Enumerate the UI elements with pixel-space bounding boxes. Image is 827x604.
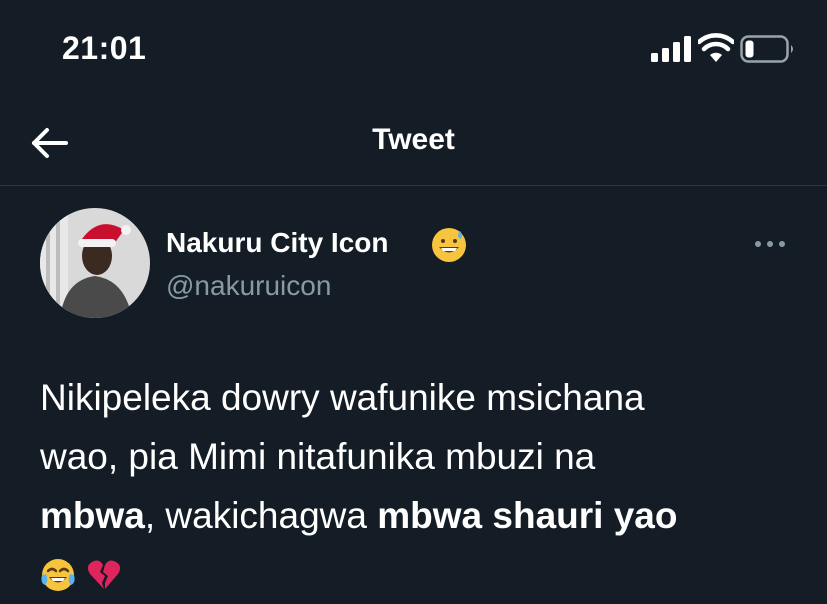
tweet-text-bold-1: mbwa [40, 495, 145, 536]
tweet-text-line-1: Nikipeleka dowry wafunike msichana [40, 377, 645, 418]
grinning-face-with-sweat-icon [432, 228, 466, 262]
avatar-photo [40, 208, 150, 318]
wifi-icon [698, 33, 734, 62]
broken-heart-icon [88, 560, 121, 589]
status-bar: 21:01 [0, 0, 827, 100]
status-time: 21:01 [62, 30, 147, 66]
tweet-text: Nikipeleka dowry wafunike msichana wao, … [40, 368, 810, 604]
header-divider [0, 185, 827, 186]
tweet-text-line-2: wao, pia Mimi nitafunika mbuzi na [40, 436, 596, 477]
author-handle[interactable]: @nakuruicon [166, 270, 331, 302]
tweet-text-bold-2: mbwa shauri yao [377, 495, 678, 536]
more-horizontal-icon[interactable] [748, 232, 792, 256]
author-display-name[interactable]: Nakuru City Icon [166, 227, 388, 259]
tweet-text-mid: , wakichagwa [144, 495, 378, 536]
page-title: Tweet [372, 123, 455, 156]
battery-low-icon [740, 35, 793, 63]
face-with-tears-of-joy-icon [41, 559, 75, 591]
avatar[interactable] [40, 208, 150, 318]
cellular-signal-icon [651, 36, 691, 62]
tweet-header: Tweet [0, 105, 827, 180]
